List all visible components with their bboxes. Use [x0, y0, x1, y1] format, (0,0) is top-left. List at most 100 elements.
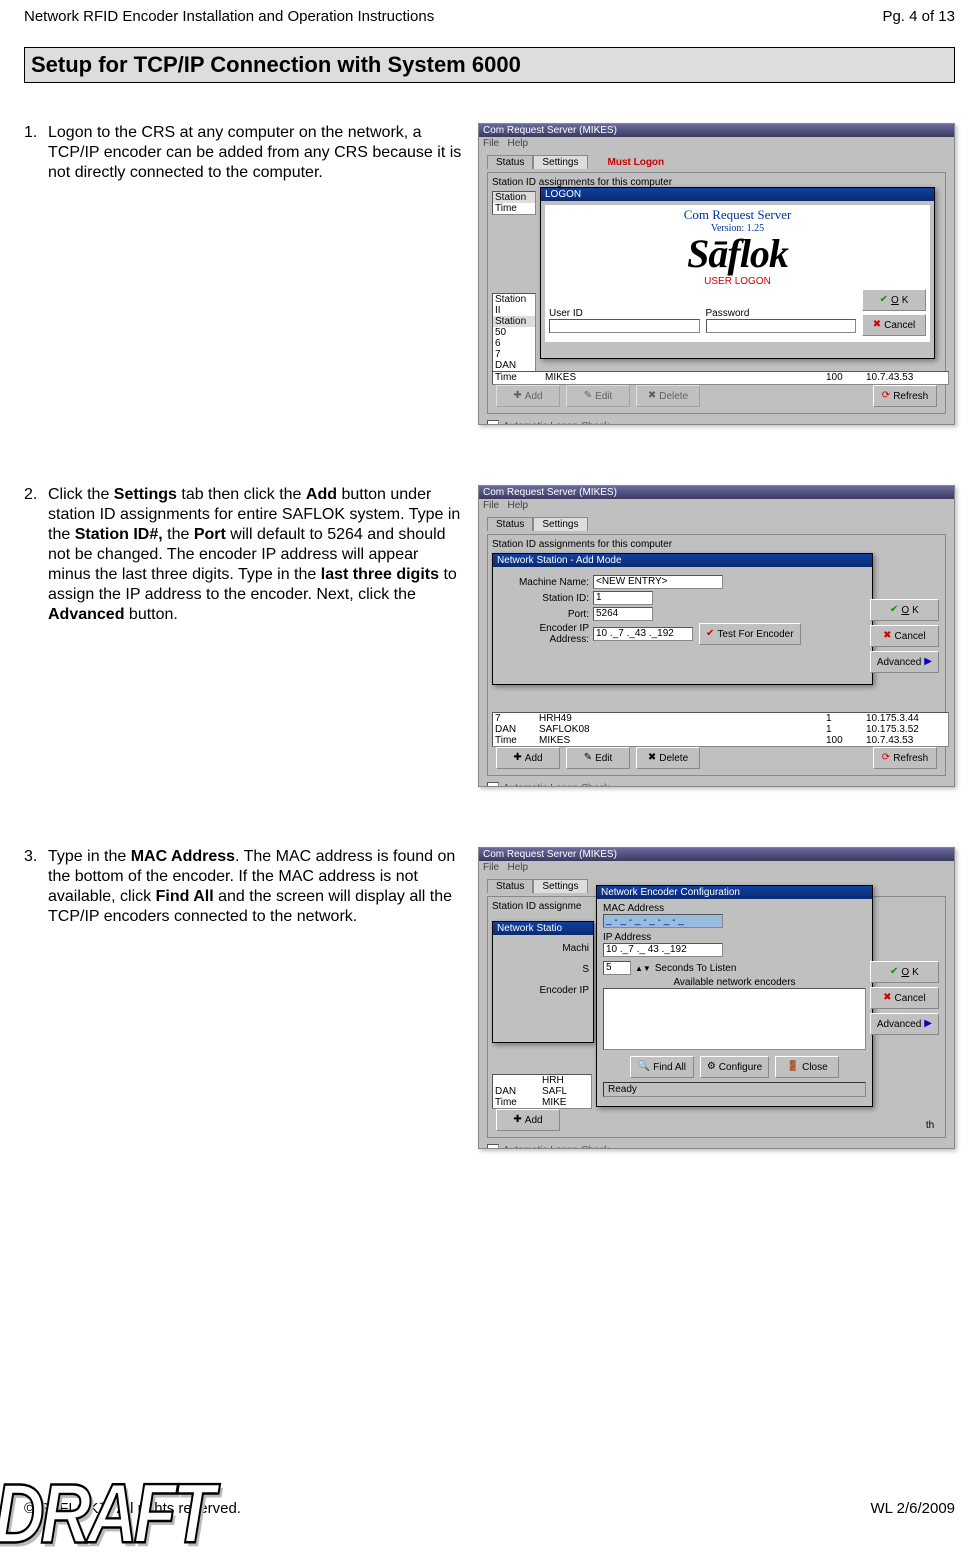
screenshot-step3: Com Request Server (MIKES) File Help Sta…	[478, 847, 955, 1149]
menu-help[interactable]: Help	[507, 862, 528, 873]
edit-button[interactable]: ✎Edit	[566, 385, 630, 407]
add-button[interactable]: ✚Add	[496, 385, 560, 407]
gear-icon: ⚙	[707, 1062, 716, 1072]
close-button[interactable]: 🚪Close	[775, 1056, 839, 1078]
tab-status[interactable]: Status	[487, 517, 533, 531]
screenshot-step2: Com Request Server (MIKES) File Help Sta…	[478, 485, 955, 787]
ok-button[interactable]: ✔OKOK	[870, 961, 939, 983]
cell: DAN	[495, 724, 539, 735]
groupbox-label: Station ID assignments for this computer	[492, 539, 941, 550]
add-button[interactable]: ✚Add	[496, 747, 560, 769]
cell: 7	[495, 349, 533, 360]
auto-logon-label: Automatic Logon Check	[503, 783, 609, 788]
station-id-input[interactable]: 1	[593, 591, 653, 605]
advanced-button[interactable]: Advanced▶	[870, 1013, 939, 1035]
add-mode-dialog: Network Station - Add Mode Machine Name:…	[492, 553, 873, 685]
test-encoder-button[interactable]: ✔Test For Encoder	[699, 623, 801, 645]
check-icon: ✔	[706, 629, 714, 639]
cell: 50	[495, 327, 533, 338]
pencil-icon: ✎	[584, 391, 592, 401]
menu-file[interactable]: File	[483, 138, 499, 149]
check-icon: ✔	[890, 605, 898, 615]
encoder-ip-input[interactable]: 10 ._7 ._43 ._192	[593, 627, 693, 641]
machine-name-label: Machine Name:	[499, 577, 589, 588]
must-logon-label: Must Logon	[588, 157, 665, 168]
th-fragment: th	[921, 1120, 939, 1131]
tab-status[interactable]: Status	[487, 879, 533, 893]
ip-address-label: IP Address	[603, 932, 866, 943]
configure-button[interactable]: ⚙Configure	[700, 1056, 769, 1078]
close-icon: ✖	[883, 631, 891, 641]
cell: 6	[495, 338, 533, 349]
user-logon-label: USER LOGON	[549, 276, 926, 287]
cell: 1	[826, 713, 866, 724]
cell: HRH	[542, 1075, 589, 1086]
footer-date: WL 2/6/2009	[871, 1500, 956, 1517]
machine-name-input[interactable]: <NEW ENTRY>	[593, 575, 723, 589]
encoder-ip-label-fragment: Encoder IP	[497, 985, 589, 996]
minus-icon: ✖	[648, 391, 656, 401]
cancel-button[interactable]: ✖Cancel	[870, 987, 939, 1009]
userid-label: User ID	[549, 308, 700, 319]
tab-settings[interactable]: Settings	[533, 879, 587, 893]
network-station-dialog: Network Statio Machi S Encoder IP	[492, 921, 594, 1043]
saflok-logo: Sāflok	[549, 236, 926, 272]
cancel-button[interactable]: ✖Cancel	[862, 314, 926, 336]
cell: 10.175.3.52	[866, 724, 946, 735]
ok-button[interactable]: ✔OOKK	[862, 289, 926, 311]
auto-logon-checkbox[interactable]	[487, 420, 499, 425]
step-number: 1.	[24, 123, 48, 425]
cell: 7	[495, 713, 539, 724]
chevron-right-icon: ▶	[924, 657, 932, 667]
password-input[interactable]	[706, 319, 857, 333]
cell: DAN	[495, 360, 533, 371]
tab-status[interactable]: Status	[487, 155, 533, 169]
tab-settings[interactable]: Settings	[533, 155, 587, 169]
refresh-button[interactable]: ⟳Refresh	[873, 747, 937, 769]
auto-logon-label: Automatic Logon Check	[503, 1145, 609, 1150]
advanced-button[interactable]: Advanced▶	[870, 651, 939, 673]
chevron-right-icon: ▶	[924, 1019, 932, 1029]
section-title: Setup for TCP/IP Connection with System …	[24, 47, 955, 83]
ip-address-input[interactable]: 10 ._7 ._ 43 ._192	[603, 943, 723, 957]
auto-logon-checkbox[interactable]	[487, 782, 499, 787]
available-encoders-list[interactable]	[603, 988, 866, 1050]
cell: Station II	[495, 294, 533, 316]
cancel-button[interactable]: ✖Cancel	[870, 625, 939, 647]
seconds-input[interactable]: 5	[603, 961, 631, 975]
cell: Station	[495, 316, 533, 327]
step-body: Type in the MAC Address. The MAC address…	[48, 847, 464, 1149]
tab-settings[interactable]: Settings	[533, 517, 587, 531]
cell: SAFL	[542, 1086, 589, 1097]
col-time: Time	[495, 203, 533, 214]
page-number: Pg. 4 of 13	[882, 8, 955, 25]
auto-logon-checkbox[interactable]	[487, 1144, 499, 1149]
cell: DAN	[495, 1086, 542, 1097]
cell: 1	[826, 724, 866, 735]
cell: SAFLOK08	[539, 724, 826, 735]
step-number: 3.	[24, 847, 48, 1149]
delete-button[interactable]: ✖Delete	[636, 747, 700, 769]
ok-button[interactable]: ✔OKOK	[870, 599, 939, 621]
pencil-icon: ✎	[584, 753, 592, 763]
dialog-title: Network Station - Add Mode	[493, 554, 872, 567]
available-encoders-label: Available network encoders	[603, 977, 866, 988]
userid-input[interactable]	[549, 319, 700, 333]
door-icon: 🚪	[787, 1062, 799, 1072]
menu-help[interactable]: Help	[507, 500, 528, 511]
refresh-button[interactable]: ⟳Refresh	[873, 385, 937, 407]
delete-button[interactable]: ✖Delete	[636, 385, 700, 407]
encoder-ip-label: Encoder IP Address:	[499, 623, 589, 645]
add-button[interactable]: ✚Add	[496, 1109, 560, 1131]
menu-help[interactable]: Help	[507, 138, 528, 149]
find-all-button[interactable]: 🔍Find All	[630, 1056, 694, 1078]
edit-button[interactable]: ✎Edit	[566, 747, 630, 769]
menu-file[interactable]: File	[483, 862, 499, 873]
port-input[interactable]: 5264	[593, 607, 653, 621]
window-title: Com Request Server (MIKES)	[479, 486, 954, 499]
menu-file[interactable]: File	[483, 500, 499, 511]
logon-dialog: LOGON Com Request Server Version: 1.25 S…	[540, 187, 935, 359]
close-icon: ✖	[873, 320, 881, 330]
mac-address-input[interactable]: _ - _ - _ - _ - _ - _	[603, 914, 723, 928]
doc-title: Network RFID Encoder Installation and Op…	[24, 8, 434, 25]
